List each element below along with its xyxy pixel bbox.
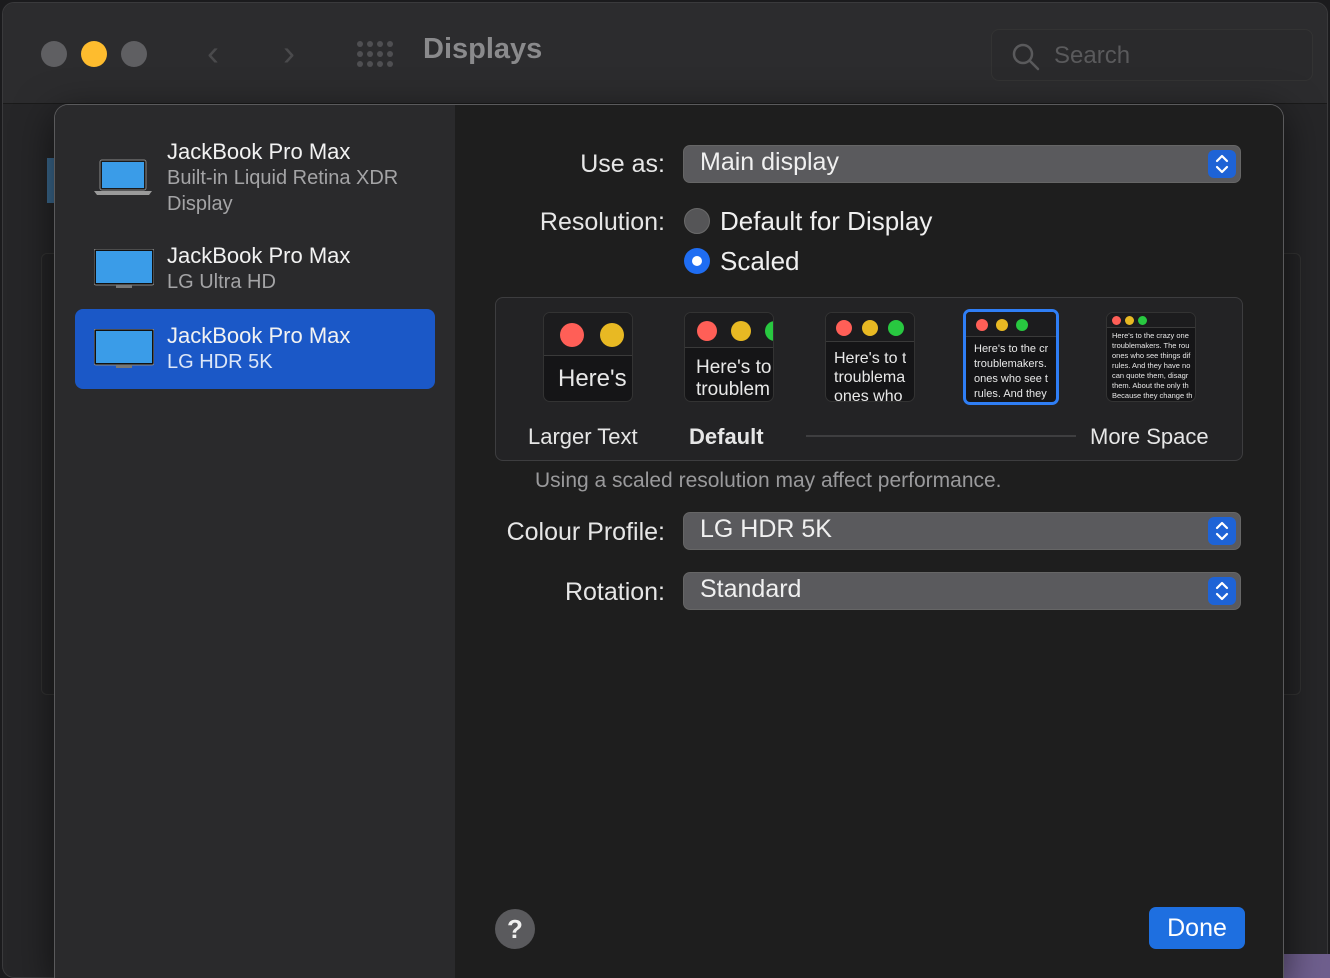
scale-divider-line: [806, 435, 1076, 437]
title-bar: ‹ › Displays Search: [3, 3, 1327, 104]
display-list-sidebar: JackBook Pro Max Built-in Liquid Retina …: [55, 105, 455, 978]
colour-profile-label: Colour Profile:: [506, 518, 665, 546]
monitor-icon: [94, 329, 154, 368]
use-as-popup[interactable]: Main display: [683, 145, 1241, 183]
larger-text-label: Larger Text: [528, 424, 638, 449]
display-settings-panel: Use as: Main display Resolution: Default…: [455, 105, 1283, 978]
display-item-lg-ultra-hd[interactable]: JackBook Pro Max LG Ultra HD: [75, 235, 435, 299]
search-icon: [1012, 43, 1040, 71]
scale-preview-text: Here's to the crazy one troublemakers. T…: [1112, 331, 1193, 400]
scale-option-selected[interactable]: Here's to the cr troublemakers. ones who…: [963, 309, 1059, 405]
scale-preview-text: Here's to troublem: [696, 357, 772, 400]
more-space-label: More Space: [1090, 424, 1209, 449]
search-field[interactable]: Search: [991, 29, 1313, 81]
scale-option-more-space[interactable]: Here's to the crazy one troublemakers. T…: [1106, 312, 1196, 402]
laptop-icon: [94, 159, 152, 195]
resolution-scaled-radio[interactable]: [684, 248, 710, 274]
window-title: Displays: [423, 33, 543, 65]
show-all-grid-icon[interactable]: [357, 41, 393, 69]
use-as-label: Use as:: [580, 150, 665, 178]
colour-profile-popup[interactable]: LG HDR 5K: [683, 512, 1241, 550]
help-button[interactable]: ?: [495, 909, 535, 949]
scale-option-medium[interactable]: Here's to t troublema ones who: [825, 312, 915, 402]
done-button[interactable]: Done: [1149, 907, 1245, 949]
close-window-button[interactable]: [41, 41, 67, 67]
display-name: JackBook Pro Max: [167, 139, 351, 164]
rotation-popup[interactable]: Standard: [683, 572, 1241, 610]
display-description: Built-in Liquid Retina XDR Display: [167, 167, 399, 215]
display-settings-sheet: JackBook Pro Max Built-in Liquid Retina …: [54, 104, 1284, 978]
display-description: LG Ultra HD: [167, 271, 276, 293]
display-item-lg-hdr-5k[interactable]: JackBook Pro Max LG HDR 5K: [75, 309, 435, 389]
colour-profile-value: LG HDR 5K: [700, 515, 832, 543]
use-as-value: Main display: [700, 148, 839, 176]
scale-option-default[interactable]: Here's to troublem: [684, 312, 774, 402]
scale-preview-text: Here's: [558, 365, 627, 392]
performance-note: Using a scaled resolution may affect per…: [535, 469, 1002, 492]
updown-chevron-icon: [1208, 517, 1236, 545]
display-description: LG HDR 5K: [167, 351, 273, 373]
resolution-scaled-label: Scaled: [720, 246, 800, 276]
search-placeholder: Search: [1054, 42, 1131, 69]
scaled-resolution-chooser: Here's Here's to troublem Here's to t tr…: [495, 297, 1243, 461]
default-label: Default: [689, 424, 764, 449]
minimize-window-button[interactable]: [81, 41, 107, 67]
resolution-default-radio[interactable]: [684, 208, 710, 234]
scale-preview-text: Here's to the cr troublemakers. ones who…: [974, 343, 1049, 400]
zoom-window-button[interactable]: [121, 41, 147, 67]
rotation-label: Rotation:: [564, 578, 665, 606]
display-name: JackBook Pro Max: [167, 323, 351, 348]
display-name: JackBook Pro Max: [167, 243, 351, 268]
forward-arrow-icon[interactable]: ›: [283, 33, 295, 73]
monitor-icon: [94, 249, 154, 288]
updown-chevron-icon: [1208, 577, 1236, 605]
rotation-value: Standard: [700, 575, 802, 603]
display-item-builtin[interactable]: JackBook Pro Max Built-in Liquid Retina …: [75, 131, 435, 221]
updown-chevron-icon: [1208, 150, 1236, 178]
desktop-background: [1284, 954, 1330, 978]
scale-preview-text: Here's to t troublema ones who: [834, 350, 907, 402]
resolution-label: Resolution:: [539, 208, 665, 236]
resolution-default-label: Default for Display: [720, 206, 933, 236]
back-arrow-icon[interactable]: ‹: [207, 33, 219, 73]
scale-option-larger-text[interactable]: Here's: [543, 312, 633, 402]
